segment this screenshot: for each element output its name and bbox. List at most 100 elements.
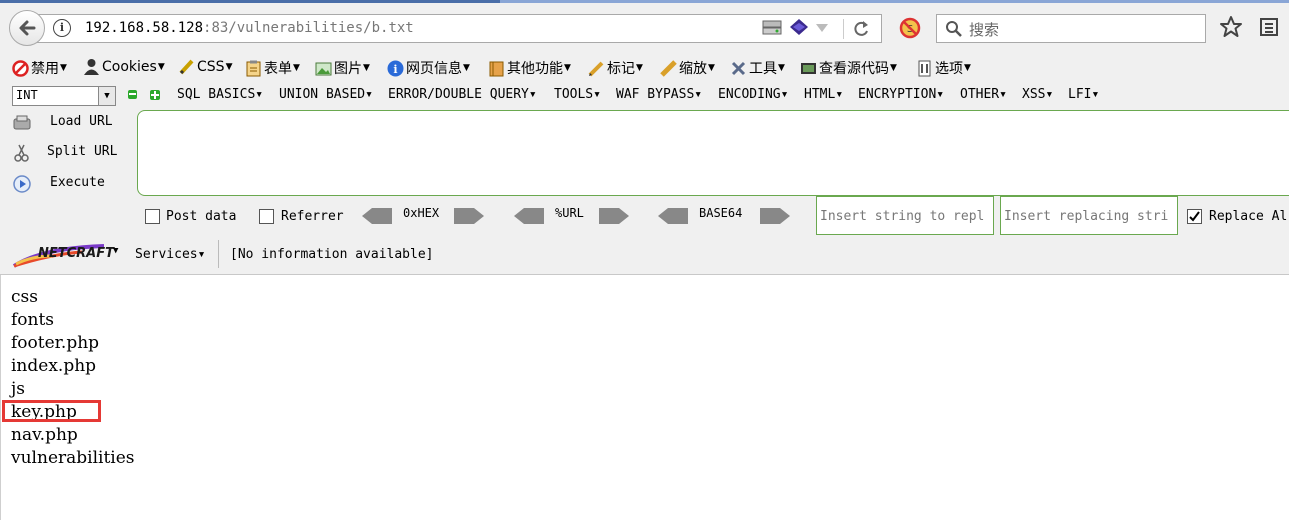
menu-union-based-label: UNION BASED [279, 87, 366, 102]
cookies-user-icon [84, 59, 99, 75]
dropdown-arrow-icon[interactable] [815, 23, 829, 33]
split-url-button[interactable]: Split URL [12, 144, 118, 162]
wd-disable-menu[interactable]: 禁用 ▼ [12, 58, 67, 78]
plus-icon[interactable] [150, 90, 160, 100]
load-url-icon [13, 115, 31, 130]
netcraft-toolbar: NETCRAFT ▼ Services▾ [No information ava… [0, 240, 1289, 270]
checkmark-icon [1189, 211, 1200, 222]
menu-waf-bypass[interactable]: WAF BYPASS▾ [616, 87, 702, 102]
url-host: 192.168.58.128 [85, 20, 204, 36]
browser-chrome: i 192.168.58.128:83/vulnerabilities/b.tx… [0, 0, 1289, 275]
wd-info-label: 网页信息 [406, 61, 462, 77]
search-box[interactable]: 搜索 [936, 14, 1206, 43]
execute-button[interactable]: Execute [12, 175, 105, 193]
netcraft-logo[interactable]: NETCRAFT [12, 242, 114, 268]
menu-lfi[interactable]: LFI▾ [1068, 87, 1099, 102]
options-icon [918, 60, 931, 76]
insert-string-input[interactable]: Insert string to repl [816, 196, 994, 235]
highlight-annotation [2, 400, 101, 422]
netcraft-dropdown-icon[interactable]: ▼ [113, 246, 118, 256]
back-button[interactable] [9, 10, 45, 46]
split-url-label: Split URL [47, 144, 118, 159]
wd-source-menu[interactable]: 查看源代码 ▼ [800, 58, 897, 78]
images-icon [315, 62, 332, 75]
reload-icon[interactable] [851, 19, 871, 39]
menu-union-based[interactable]: UNION BASED▾ [279, 87, 373, 102]
file-item: index.php [11, 356, 97, 376]
hackbar-menu-row: INT ▼ SQL BASICS▾ UNION BASED▾ ERROR/DOU… [0, 84, 1289, 106]
base64-label: BASE64 [699, 206, 743, 220]
menu-tools[interactable]: TOOLS▾ [554, 87, 601, 102]
menu-lfi-label: LFI [1068, 87, 1092, 102]
url-text[interactable]: 192.168.58.128:83/vulnerabilities/b.txt [85, 20, 414, 36]
wd-tools-menu[interactable]: 工具 ▼ [730, 58, 785, 78]
menu-other-label: OTHER [960, 87, 1000, 102]
url-decode-arrow-icon[interactable] [514, 208, 544, 224]
menu-encryption[interactable]: ENCRYPTION▾ [858, 87, 944, 102]
hex-decode-arrow-icon[interactable] [362, 208, 392, 224]
menu-xss[interactable]: XSS▾ [1022, 87, 1053, 102]
base64-encode-arrow-icon[interactable] [760, 208, 790, 224]
services-menu[interactable]: Services▾ [135, 247, 205, 262]
wd-misc-label: 其他功能 [507, 61, 563, 77]
url-encode-arrow-icon[interactable] [599, 208, 629, 224]
base64-decode-arrow-icon[interactable] [658, 208, 688, 224]
file-item: js [11, 379, 25, 399]
address-bar[interactable]: i 192.168.58.128:83/vulnerabilities/b.tx… [32, 14, 882, 43]
menu-error-double-query[interactable]: ERROR/DOUBLE QUERY▾ [388, 87, 537, 102]
replace-all-label: Replace Al [1209, 209, 1288, 224]
bookmark-star-icon[interactable] [1219, 15, 1243, 39]
file-item: nav.php [11, 425, 78, 445]
wd-options-menu[interactable]: 选项 ▼ [916, 58, 971, 78]
wd-forms-menu[interactable]: 表单 ▼ [245, 58, 300, 78]
outline-pencil-icon [588, 61, 604, 76]
wd-outline-label: 标记 [607, 61, 635, 77]
menu-sql-basics[interactable]: SQL BASICS▾ [177, 87, 263, 102]
wd-images-menu[interactable]: 图片 ▼ [315, 58, 370, 78]
noscript-icon[interactable]: S [898, 16, 922, 40]
post-data-checkbox[interactable] [145, 209, 160, 224]
menu-other[interactable]: OTHER▾ [960, 87, 1007, 102]
network-drive-icon[interactable] [761, 18, 783, 38]
resize-ruler-icon [660, 59, 677, 77]
wd-info-menu[interactable]: i 网页信息 ▼ [387, 58, 470, 78]
wd-resize-menu[interactable]: 缩放 ▼ [660, 58, 715, 78]
insert-replacing-input[interactable]: Insert replacing stri [1000, 196, 1178, 235]
wd-misc-menu[interactable]: 其他功能 ▼ [488, 58, 571, 78]
info-icon[interactable]: i [53, 19, 71, 37]
misc-folder-icon [489, 61, 504, 76]
url-textarea[interactable] [137, 110, 1289, 196]
type-select-value: INT [16, 88, 38, 102]
hex-encode-arrow-icon[interactable] [454, 208, 484, 224]
wd-cookies-label: Cookies [102, 58, 157, 75]
forms-clipboard-icon [246, 60, 261, 76]
wd-outline-menu[interactable]: 标记 ▼ [588, 58, 643, 78]
load-url-button[interactable]: Load URL [12, 114, 113, 130]
url-enc-label: %URL [555, 206, 584, 220]
wd-css-menu[interactable]: CSS ▼ [178, 58, 232, 75]
scissors-icon [14, 144, 29, 162]
chevron-down-icon[interactable]: ▼ [98, 87, 115, 105]
type-select[interactable]: INT ▼ [12, 86, 116, 106]
minus-icon[interactable] [128, 90, 137, 99]
execute-label: Execute [50, 175, 105, 190]
reading-list-icon[interactable] [1258, 16, 1282, 38]
netcraft-logo-text: NETCRAFT [38, 246, 114, 261]
svg-text:i: i [393, 63, 397, 76]
netcraft-info: [No information available] [230, 247, 434, 262]
wd-disable-label: 禁用 [31, 61, 59, 77]
page-content [0, 275, 1289, 520]
referrer-label: Referrer [281, 209, 344, 224]
wd-source-label: 查看源代码 [819, 61, 889, 77]
load-url-label: Load URL [50, 114, 113, 129]
layers-icon[interactable] [788, 17, 810, 39]
menu-html[interactable]: HTML▾ [804, 87, 843, 102]
tools-wrench-icon [731, 61, 746, 75]
wd-cookies-menu[interactable]: Cookies ▼ [83, 58, 165, 75]
insert-replacing-placeholder: Insert replacing stri [1004, 209, 1169, 224]
menu-encoding[interactable]: ENCODING▾ [718, 87, 788, 102]
wd-forms-label: 表单 [264, 61, 292, 77]
replace-all-checkbox[interactable] [1187, 209, 1202, 224]
referrer-checkbox[interactable] [259, 209, 274, 224]
netcraft-divider [218, 240, 219, 268]
